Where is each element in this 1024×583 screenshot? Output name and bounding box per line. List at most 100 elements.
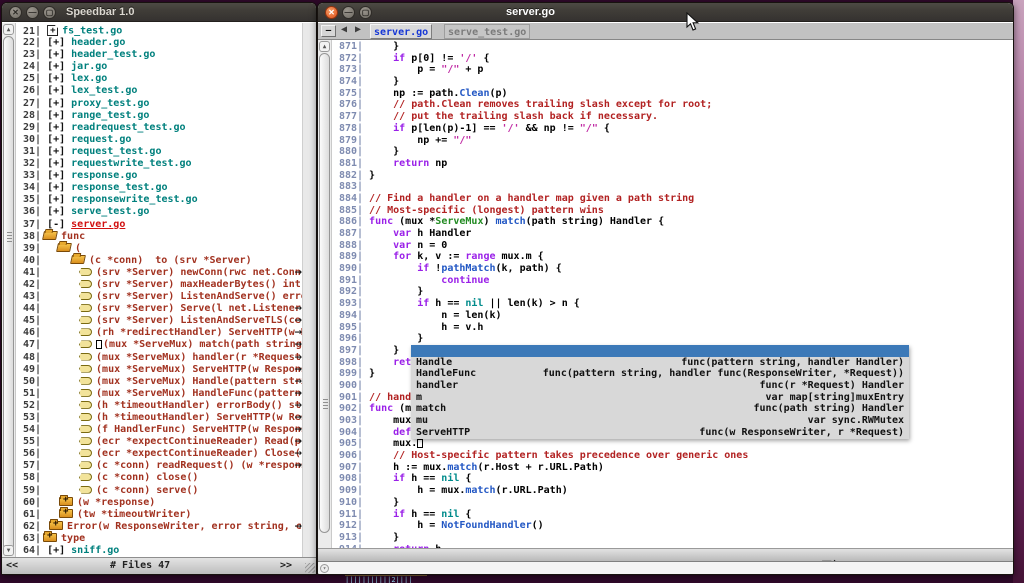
editor-scrollbar[interactable]: ▲ — [318, 40, 332, 548]
tag-label[interactable]: (srv *Server) ListenAndServeTLS(certF — [96, 315, 316, 326]
file-name-link[interactable]: sniff.go — [71, 545, 119, 556]
code-line[interactable]: 883| — [333, 181, 1013, 193]
tag-icon[interactable] — [79, 486, 92, 494]
code-line[interactable]: 873| p = "/" + p — [333, 64, 1013, 76]
tag-icon[interactable] — [79, 425, 92, 433]
tag-label[interactable]: (ecr *expectContinueReader) Read(p [] — [96, 436, 316, 447]
tag-label[interactable]: type — [61, 533, 85, 544]
expander-toggle[interactable]: [+] — [47, 182, 65, 193]
speedbar-file-row[interactable]: 33| [+] response.go — [17, 170, 301, 182]
tab-back-icon[interactable]: ◀ — [341, 24, 347, 35]
tag-icon[interactable] — [79, 401, 92, 409]
speedbar-tag-row[interactable]: 45|(srv *Server) ListenAndServeTLS(certF… — [17, 315, 301, 327]
tag-label[interactable]: (mux *ServeMux) ServeHTTP(w ResponseW — [96, 364, 316, 375]
tag-label[interactable]: (mux *ServeMux) Handle(pattern string — [96, 376, 316, 387]
tag-label[interactable]: (c *conn) serve() — [96, 485, 198, 496]
tag-label[interactable]: (c *conn) close() — [96, 472, 198, 483]
speedbar-page-back[interactable]: << — [6, 558, 18, 574]
code-line[interactable]: 913| } — [333, 532, 1013, 544]
code-line[interactable]: 872| if p[0] != '/' { — [333, 53, 1013, 65]
code-line[interactable]: 889| for k, v := range mux.m { — [333, 251, 1013, 263]
speedbar-tag-row[interactable]: 54|(f HandlerFunc) ServeHTTP(w ResponseW… — [17, 424, 301, 436]
autocomplete-popup[interactable]: Handlefunc(pattern string, handler Handl… — [411, 345, 909, 439]
file-name-link[interactable]: requestwrite_test.go — [71, 158, 191, 169]
speedbar-tag-row[interactable]: 57|(c *conn) readRequest() (w *response,… — [17, 460, 301, 472]
code-line[interactable]: 871| } — [333, 41, 1013, 53]
autocomplete-item[interactable]: handlerfunc(r *Request) Handler — [411, 380, 909, 392]
speedbar-tag-row[interactable]: 55|(ecr *expectContinueReader) Read(p []… — [17, 436, 301, 448]
speedbar-tag-row[interactable]: 47|(mux *ServeMux) match(path string) Ha… — [17, 339, 301, 351]
speedbar-tag-row[interactable]: 51|(mux *ServeMux) HandleFunc(pattern st… — [17, 388, 301, 400]
tag-icon[interactable] — [79, 353, 92, 361]
folder-closed-icon[interactable] — [43, 533, 57, 542]
folder-closed-icon[interactable] — [59, 497, 73, 506]
maximize-icon[interactable]: ▢ — [43, 6, 56, 19]
code-line[interactable]: 876| // path.Clean removes trailing slas… — [333, 99, 1013, 111]
speedbar-tag-row[interactable]: 41|(srv *Server) newConn(rwc net.Conn) (… — [17, 267, 301, 279]
close-icon[interactable]: ✕ — [9, 6, 22, 19]
expander-toggle[interactable]: [+] — [47, 61, 65, 72]
expander-toggle[interactable]: [+] — [47, 170, 65, 181]
speedbar-tag-row[interactable]: 63|type — [17, 533, 301, 545]
expander-toggle[interactable]: [+] — [47, 85, 65, 96]
file-name-link[interactable]: request.go — [71, 134, 131, 145]
code-line[interactable]: 879| np += "/" — [333, 135, 1013, 147]
tag-label[interactable]: Error(w ResponseWriter, error string, c — [67, 521, 302, 532]
minimize-icon[interactable]: — — [342, 6, 355, 19]
file-name-link[interactable]: lex.go — [71, 73, 107, 84]
minimize-icon[interactable]: — — [26, 6, 39, 19]
tag-icon[interactable] — [79, 304, 92, 312]
speedbar-tag-row[interactable]: 39|( — [17, 243, 301, 255]
speedbar-tag-row[interactable]: 40|(c *conn) to (srv *Server) — [17, 255, 301, 267]
code-line[interactable]: 891| continue — [333, 275, 1013, 287]
tag-label[interactable]: (mux *ServeMux) handler(r *Request) H — [96, 352, 316, 363]
tab-forward-icon[interactable]: ▶ — [355, 24, 361, 35]
code-line[interactable]: 886| func (mux *ServeMux) match(path str… — [333, 216, 1013, 228]
file-name-link[interactable]: range_test.go — [71, 110, 149, 121]
expander-toggle[interactable]: [+] — [47, 206, 65, 217]
speedbar-tag-row[interactable]: 61|(tw *timeoutWriter) — [17, 509, 301, 521]
code-line[interactable]: 884| // Find a handler on a handler map … — [333, 193, 1013, 205]
speedbar-file-row[interactable]: 21| fs_test.go — [17, 25, 301, 37]
tag-icon[interactable] — [79, 389, 92, 397]
folder-open-icon[interactable] — [70, 255, 86, 264]
speedbar-tag-row[interactable]: 43|(srv *Server) ListenAndServe() error — [17, 291, 301, 303]
speedbar-tag-row[interactable]: 49|(mux *ServeMux) ServeHTTP(w ResponseW… — [17, 364, 301, 376]
file-name-link[interactable]: response_test.go — [71, 182, 167, 193]
code-line[interactable]: 909| h = mux.match(r.URL.Path) — [333, 485, 1013, 497]
expander-toggle[interactable]: [+] — [47, 134, 65, 145]
speedbar-scrollbar-thumb[interactable] — [3, 36, 14, 551]
tag-label[interactable]: func — [61, 231, 85, 242]
code-line[interactable]: 911| if h == nil { — [333, 509, 1013, 521]
editor-scrollbar-thumb[interactable] — [319, 53, 330, 533]
speedbar-tag-row[interactable]: 56|(ecr *expectContinueReader) Close() e… — [17, 448, 301, 460]
speedbar-tag-row[interactable]: 53|(h *timeoutHandler) ServeHTTP(w Respo… — [17, 412, 301, 424]
tag-label[interactable]: (tw *timeoutWriter) — [77, 509, 191, 520]
tag-icon[interactable] — [79, 461, 92, 469]
expander-toggle[interactable]: [+] — [47, 110, 65, 121]
code-line[interactable]: 905| mux. — [333, 438, 1013, 450]
maximize-icon[interactable]: ▢ — [359, 6, 372, 19]
file-name-link[interactable]: header.go — [71, 37, 125, 48]
speedbar-file-row[interactable]: 36| [+] serve_test.go — [17, 206, 301, 218]
file-name-link[interactable]: responsewrite_test.go — [71, 194, 197, 205]
code-line[interactable]: 881| return np — [333, 158, 1013, 170]
tag-label[interactable]: (srv *Server) maxHeaderBytes() int — [96, 279, 301, 290]
tag-icon[interactable] — [79, 280, 92, 288]
code-line[interactable]: 877| // put the trailing slash back if n… — [333, 111, 1013, 123]
code-line[interactable]: 895| h = v.h — [333, 322, 1013, 334]
speedbar-file-row[interactable]: 34| [+] response_test.go — [17, 182, 301, 194]
expander-toggle[interactable]: [+] — [47, 194, 65, 205]
autocomplete-item[interactable]: matchfunc(path string) Handler — [411, 403, 909, 415]
tag-icon[interactable] — [79, 413, 92, 421]
speedbar-tag-row[interactable]: 42|(srv *Server) maxHeaderBytes() int — [17, 279, 301, 291]
code-line[interactable]: 885| // Most-specific (longest) pattern … — [333, 205, 1013, 217]
expander-toggle[interactable]: [+] — [47, 49, 65, 60]
file-name-link[interactable]: response.go — [71, 170, 137, 181]
file-name-link[interactable]: serve_test.go — [71, 206, 149, 217]
expander-toggle[interactable]: [+] — [47, 158, 65, 169]
autocomplete-item[interactable]: ServeHTTPfunc(w ResponseWriter, r *Reque… — [411, 427, 909, 439]
code-line[interactable]: 882| } — [333, 170, 1013, 182]
tag-label[interactable]: (h *timeoutHandler) ServeHTTP(w Respo — [96, 412, 316, 423]
speedbar-file-row[interactable]: 37| [-] server.go — [17, 219, 301, 231]
